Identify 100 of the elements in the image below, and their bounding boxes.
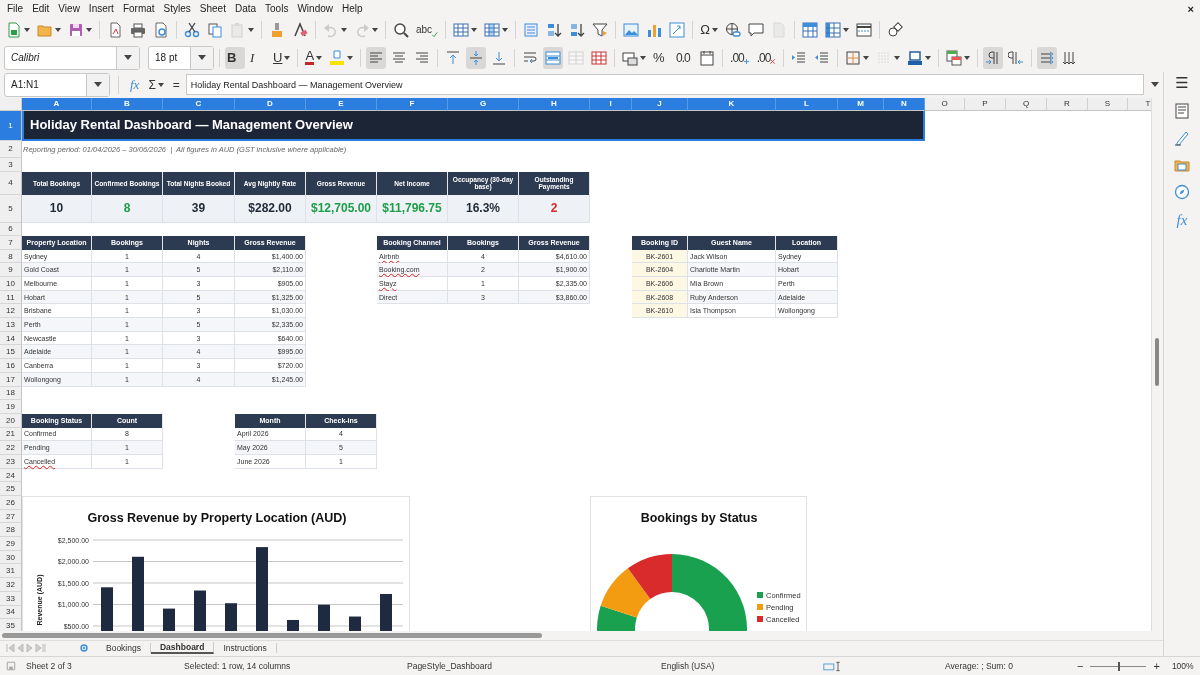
pdf-document-icon bbox=[107, 22, 123, 38]
column-header[interactable]: D bbox=[235, 97, 306, 111]
menu-item[interactable]: Tools bbox=[262, 3, 295, 14]
scrollbar-thumb[interactable] bbox=[1155, 337, 1159, 386]
underline-button[interactable]: U bbox=[271, 46, 293, 69]
merge-center-button[interactable] bbox=[543, 46, 564, 69]
menu-item[interactable]: Window bbox=[294, 3, 339, 14]
kpi-value: $11,796.75 bbox=[377, 194, 448, 223]
freeze-columns-button[interactable] bbox=[822, 19, 851, 41]
row-header[interactable]: 4 bbox=[0, 171, 22, 195]
row-header[interactable]: 29 bbox=[0, 537, 22, 551]
column-header[interactable]: S bbox=[1088, 97, 1128, 111]
row-header[interactable]: 13 bbox=[0, 318, 22, 332]
row-header[interactable]: 15 bbox=[0, 345, 22, 360]
align-left-button[interactable] bbox=[366, 46, 387, 69]
wrap-text-icon bbox=[522, 49, 539, 66]
column-header[interactable]: K bbox=[688, 97, 776, 111]
sheet-tab[interactable]: Bookings bbox=[97, 643, 151, 654]
row-header[interactable]: 5 bbox=[0, 194, 22, 223]
number-format-button[interactable]: 0.0 bbox=[674, 46, 695, 69]
formula-input[interactable]: Holiday Rental Dashboard — Management Overview bbox=[185, 74, 1144, 96]
menu-item[interactable]: View bbox=[55, 3, 86, 14]
column-header[interactable]: T bbox=[1128, 97, 1151, 111]
formula-button[interactable]: = bbox=[169, 78, 183, 92]
menu-item[interactable]: Format bbox=[119, 3, 161, 14]
name-box[interactable]: A1:N1 bbox=[4, 73, 110, 97]
menu-item[interactable]: Insert bbox=[85, 3, 120, 14]
pen-icon[interactable] bbox=[1174, 130, 1190, 146]
row-header[interactable]: 19 bbox=[0, 400, 22, 414]
menu-item[interactable]: Help bbox=[339, 3, 369, 14]
font-size-field[interactable]: 18 pt bbox=[148, 45, 214, 70]
row-header[interactable]: 32 bbox=[0, 578, 22, 592]
column-header[interactable]: J bbox=[632, 97, 688, 111]
font-name-field[interactable]: Calibri bbox=[4, 45, 140, 70]
menu-item[interactable]: Data bbox=[231, 3, 263, 14]
row-header[interactable]: 25 bbox=[0, 482, 22, 497]
sheet-tab[interactable]: Dashboard bbox=[150, 642, 215, 655]
border-color-icon bbox=[907, 49, 924, 66]
column-header[interactable]: B bbox=[92, 97, 163, 111]
menu-button[interactable]: ☰ bbox=[1175, 74, 1189, 92]
zoom-out-button[interactable]: − bbox=[1077, 660, 1084, 672]
column-header[interactable]: F bbox=[377, 97, 448, 111]
menu-item[interactable]: Sheet bbox=[196, 3, 232, 14]
compass-icon[interactable] bbox=[1174, 184, 1190, 200]
document-modified-icon bbox=[6, 661, 16, 671]
column-header[interactable]: M bbox=[838, 97, 884, 111]
caret-icon bbox=[502, 28, 509, 32]
caret-icon bbox=[55, 28, 61, 32]
caret-icon bbox=[372, 28, 378, 32]
ltr-button[interactable] bbox=[983, 46, 1004, 69]
special-character-button[interactable]: Ω bbox=[698, 19, 720, 41]
row-header[interactable]: 28 bbox=[0, 523, 22, 538]
column-header[interactable]: L bbox=[776, 97, 838, 111]
column-header[interactable]: Q bbox=[1006, 97, 1047, 111]
bold-button[interactable]: B bbox=[225, 46, 245, 69]
column-header[interactable]: A bbox=[22, 97, 92, 111]
row-header[interactable]: 31 bbox=[0, 564, 22, 579]
freeze-button[interactable] bbox=[799, 19, 820, 41]
column-header[interactable]: P bbox=[965, 97, 1006, 111]
properties-icon[interactable] bbox=[1174, 103, 1190, 119]
spelling-button[interactable]: abc bbox=[414, 19, 441, 41]
font-color-button[interactable]: A bbox=[303, 46, 325, 69]
gallery-icon[interactable] bbox=[1174, 157, 1190, 173]
zoom-in-button[interactable]: + bbox=[1153, 660, 1160, 672]
globe-link-icon bbox=[724, 22, 741, 38]
menu-item[interactable]: File bbox=[4, 3, 30, 14]
expand-caret-icon[interactable] bbox=[1151, 82, 1159, 88]
sheet-tab[interactable]: Instructions bbox=[214, 643, 277, 654]
column-header[interactable]: H bbox=[519, 97, 590, 111]
kpi-value: 2 bbox=[519, 194, 590, 223]
row-header[interactable]: 22 bbox=[0, 441, 22, 455]
pivot-button[interactable] bbox=[667, 19, 688, 41]
italic-button[interactable]: I bbox=[248, 46, 268, 69]
zoom-slider-thumb[interactable] bbox=[1118, 661, 1121, 671]
column-header[interactable]: C bbox=[163, 97, 235, 111]
column-header[interactable]: O bbox=[925, 97, 965, 111]
selection-mode-icon[interactable] bbox=[823, 660, 843, 672]
percent-button[interactable]: % bbox=[651, 46, 672, 69]
row-header[interactable]: 9 bbox=[0, 263, 22, 278]
row-header[interactable]: 1 bbox=[0, 110, 22, 141]
scrollbar-thumb[interactable] bbox=[2, 632, 542, 638]
column-header[interactable]: E bbox=[306, 97, 377, 111]
row-header[interactable]: 12 bbox=[0, 304, 22, 319]
text-direction-icon bbox=[1039, 49, 1056, 66]
menu-item[interactable]: Styles bbox=[160, 3, 197, 14]
close-button[interactable]: × bbox=[1187, 2, 1194, 15]
column-header[interactable]: R bbox=[1047, 97, 1088, 111]
row-header[interactable]: 16 bbox=[0, 359, 22, 373]
add-decimal-button[interactable]: .00 bbox=[728, 46, 752, 69]
row-header[interactable]: 26 bbox=[0, 496, 22, 510]
add-sheet-icon[interactable] bbox=[79, 643, 89, 654]
column-header[interactable]: G bbox=[448, 97, 519, 111]
column-header[interactable]: I bbox=[590, 97, 632, 111]
row-header[interactable]: 10 bbox=[0, 277, 22, 291]
bar bbox=[225, 603, 237, 631]
sum-button[interactable]: Σ bbox=[145, 78, 167, 92]
delete-decimal-button[interactable]: .00 bbox=[754, 46, 779, 69]
menu-item[interactable]: Edit bbox=[29, 3, 56, 14]
align-middle-button[interactable] bbox=[466, 46, 487, 69]
column-header[interactable]: N bbox=[884, 97, 925, 111]
